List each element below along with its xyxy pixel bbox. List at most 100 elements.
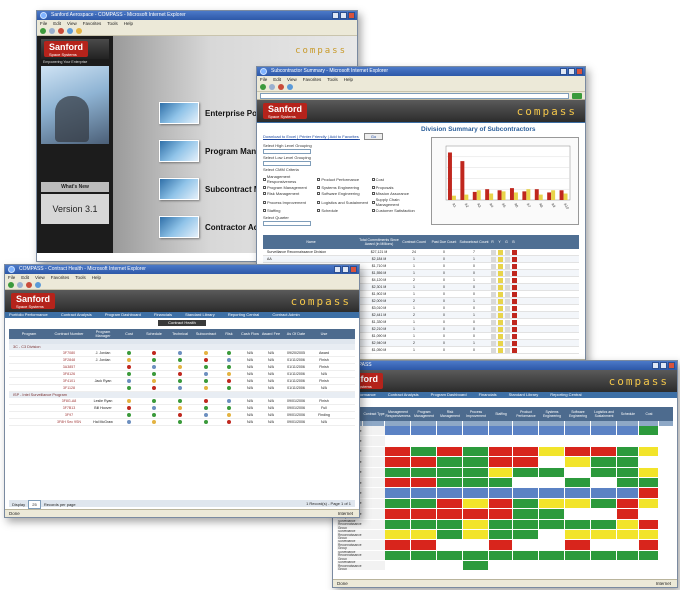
heatmap-cell[interactable] [639,426,659,436]
heatmap-cell[interactable] [489,519,513,529]
heatmap-row[interactable]: Surveillance Reconnaissance Group [337,436,673,447]
heatmap-cell[interactable] [639,561,659,571]
heatmap-cell[interactable] [513,529,539,540]
heatmap-cell[interactable] [463,477,489,488]
home-titlebar[interactable]: Sanford Aerospace - COMPASS - Microsoft … [37,11,357,20]
heatmap-cell[interactable] [437,529,463,540]
heatmap-cell[interactable] [489,498,513,509]
heatmap-cell[interactable] [411,467,437,477]
row-name[interactable]: AA [263,257,359,261]
heatmap-cell[interactable] [539,540,565,550]
maximize-button[interactable] [342,266,349,273]
heatmap-cell[interactable] [591,436,617,446]
heatmap-row[interactable]: Surveillance Reconnaissance Group [337,509,673,520]
heatmap-cell[interactable] [385,561,411,571]
criteria-checkbox[interactable]: Cost [371,174,423,184]
heatmap-cell[interactable] [539,529,565,540]
heatmap-cell[interactable] [565,436,591,446]
heatmap-cell[interactable] [617,477,639,488]
contract-number-link[interactable]: 3F1128 [49,386,89,390]
heatmap-cell[interactable] [565,426,591,436]
heatmap-cell[interactable] [411,550,437,561]
heatmap-column-header[interactable]: Software Engineering [565,410,591,418]
heatmap-cell[interactable] [617,446,639,457]
show-key-link[interactable]: Show Key [333,400,677,407]
menu-favorites[interactable]: Favorites [303,77,322,82]
column-header[interactable]: Technical [167,332,193,336]
nav-portfolio[interactable]: Portfolio Performance [9,312,48,317]
column-header[interactable]: Risk [219,332,239,336]
close-button[interactable] [576,68,583,75]
heatmap-cell[interactable] [463,561,489,571]
print-link[interactable]: Printer Friendly [299,134,326,139]
heatmap-cell[interactable] [385,426,411,436]
criteria-checkbox[interactable]: Management Responsiveness [263,174,314,184]
heatmap-cell[interactable] [591,519,617,529]
heatmap-cell[interactable] [385,509,411,519]
contract-number-link[interactable]: 3F2848 [49,358,89,362]
criteria-checkbox[interactable]: Systems Engineering [317,185,368,190]
col-subcontracts[interactable]: Subcontract Count [459,240,489,244]
heatmap-cell[interactable] [639,550,659,561]
heatmap-cell[interactable] [437,509,463,519]
high-grouping-select[interactable] [263,149,311,154]
heatmap-cell[interactable] [513,467,539,477]
heatmap-cell[interactable] [617,436,639,446]
whats-new-link[interactable]: What's New [41,182,109,192]
heatmap-cell[interactable] [617,426,639,436]
heatmap-cell[interactable] [617,561,639,571]
nav-item[interactable]: Contract Analysis [388,392,419,397]
heatmap-cell[interactable] [463,446,489,457]
contract-number-link[interactable]: 3A3857 [49,365,89,369]
column-header[interactable]: Cash Flow [239,332,261,336]
heatmap-column-header[interactable]: Staffing [489,412,513,416]
heatmap-cell[interactable] [411,519,437,529]
menu-favorites[interactable]: Favorites [83,21,102,26]
heatmap-cell[interactable] [591,529,617,540]
heatmap-cell[interactable] [539,446,565,457]
heatmap-cell[interactable] [639,529,659,540]
criteria-checkbox[interactable]: Schedule [317,208,368,213]
heatmap-column-header[interactable]: Program Management [411,410,437,418]
favorites-link[interactable]: Add to Favorites [330,134,359,139]
heatmap-cell[interactable] [437,457,463,467]
heatmap-cell[interactable] [639,477,659,488]
heatmap-cell[interactable] [639,540,659,550]
heatmap-titlebar[interactable]: COMPASS [333,361,677,370]
nav-financials[interactable]: Financials [154,312,172,317]
heatmap-cell[interactable] [639,457,659,467]
summary-titlebar[interactable]: Subcontractor Summary - Microsoft Intern… [257,67,585,76]
stop-icon[interactable] [58,28,64,34]
menu-file[interactable]: File [8,275,15,280]
table-row[interactable]: 3F8G-A8 Leslie Ryan N/A N/A 09/01/2006 Finish [9,398,355,405]
heatmap-cell[interactable] [513,446,539,457]
heatmap-cell[interactable] [591,457,617,467]
minimize-button[interactable] [332,12,339,19]
heatmap-cell[interactable] [411,436,437,446]
go-button[interactable] [572,92,582,99]
quarter-select[interactable] [263,221,311,226]
heatmap-cell[interactable] [385,529,411,540]
heatmap-cell[interactable] [463,436,489,446]
menu-edit[interactable]: Edit [273,77,281,82]
column-header[interactable]: Schedule [141,332,167,336]
menu-tools[interactable]: Tools [327,77,338,82]
home-icon[interactable] [76,28,82,34]
heatmap-cell[interactable] [437,426,463,436]
menu-view[interactable]: View [35,275,45,280]
menu-help[interactable]: Help [344,77,353,82]
heatmap-cell[interactable] [385,519,411,529]
heatmap-cell[interactable] [463,488,489,498]
maximize-button[interactable] [340,12,347,19]
heatmap-cell[interactable] [513,477,539,488]
use-cell[interactable]: Award [311,351,337,355]
heatmap-cell[interactable] [591,561,617,571]
menu-edit[interactable]: Edit [21,275,29,280]
heatmap-cell[interactable] [591,540,617,550]
contract-number-link[interactable]: 3F8G-A8 [49,399,89,403]
close-button[interactable] [348,12,355,19]
heatmap-cell[interactable] [639,467,659,477]
col-name[interactable]: Name [263,240,359,244]
heatmap-cell[interactable] [411,529,437,540]
heatmap-column-header[interactable]: Cost [639,412,659,416]
